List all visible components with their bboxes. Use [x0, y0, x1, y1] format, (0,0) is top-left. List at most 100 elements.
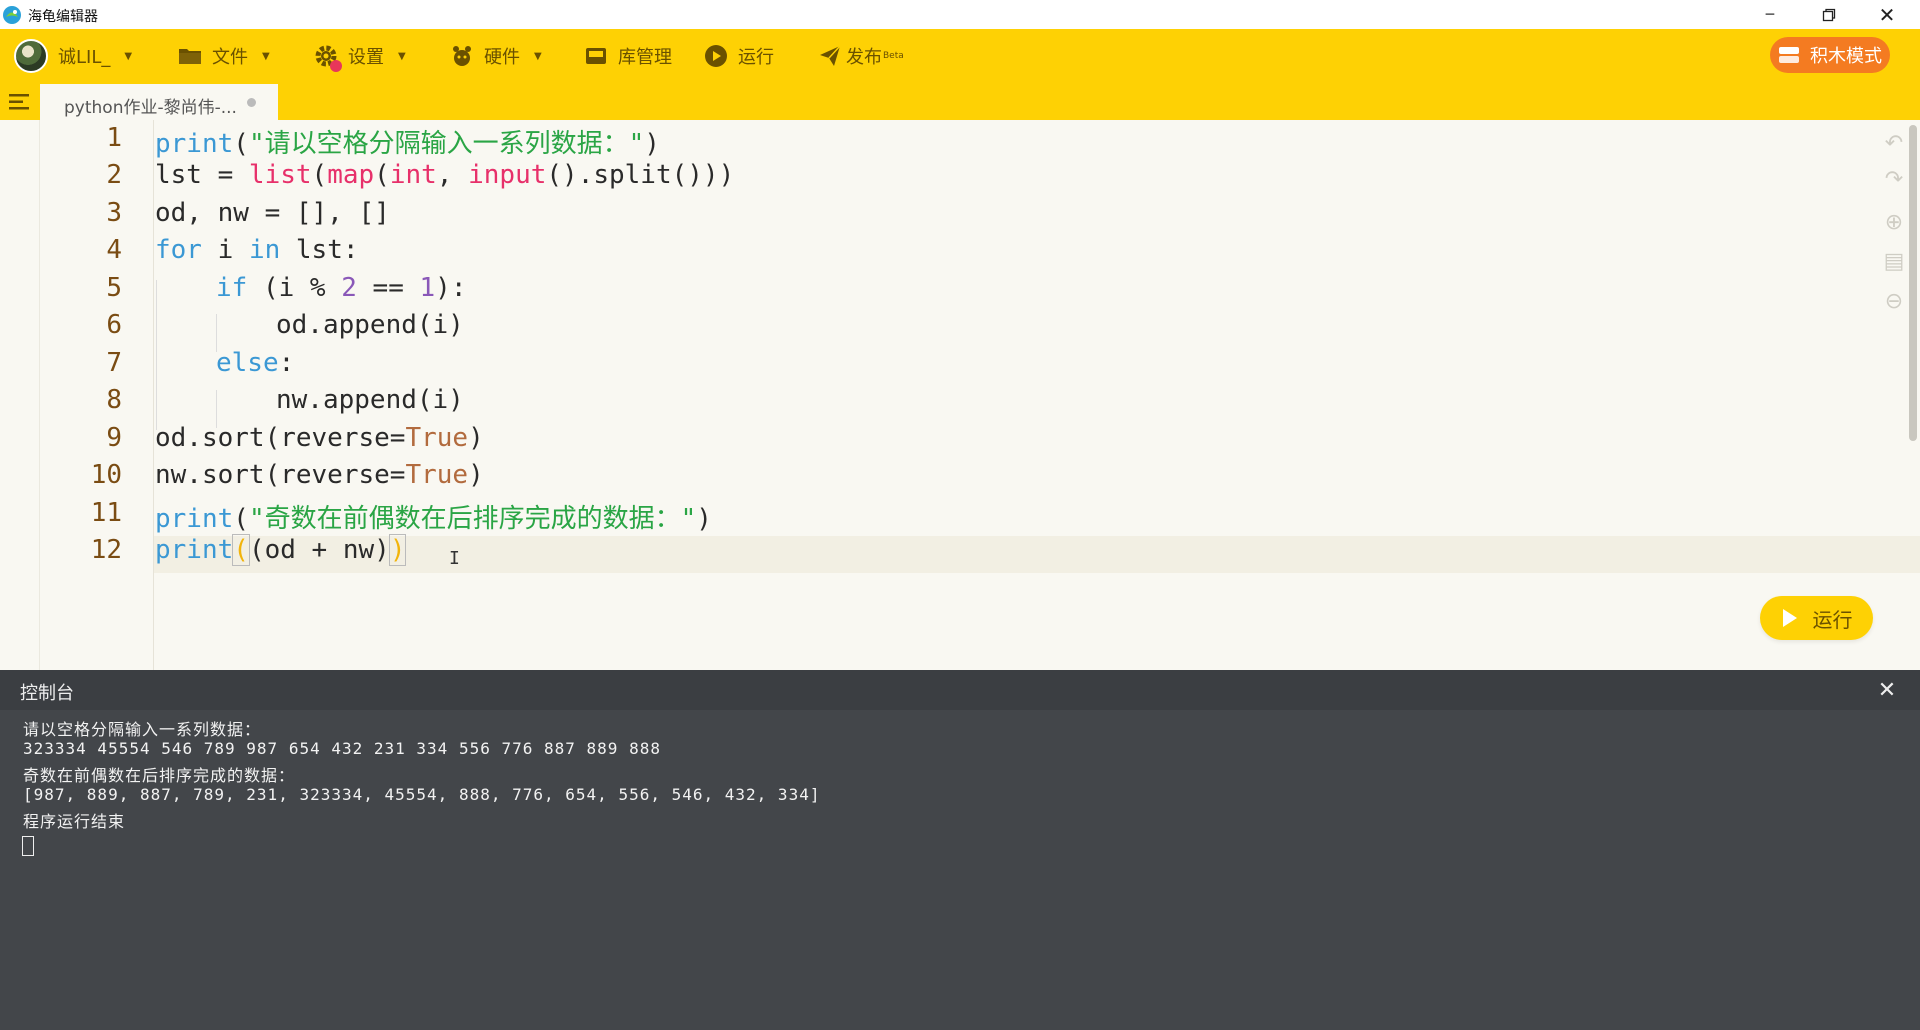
font-size-button[interactable]: ▤ [1881, 248, 1907, 274]
folder-icon [178, 44, 202, 68]
publish-label: 发布 [846, 47, 882, 68]
main-toolbar: 诚LIL_ ▼ 文件 ▼ 设置 ▼ 硬件 ▼ 库管理 运行 发布 Beta 积木… [0, 29, 1920, 84]
line-number: 2 [106, 160, 122, 190]
zoom-out-button[interactable]: ⊖ [1881, 288, 1907, 314]
chevron-down-icon: ▼ [262, 50, 270, 62]
play-icon [704, 44, 728, 68]
close-icon: ✕ [1878, 2, 1896, 27]
code-line[interactable]: lst = list(map(int, input().split())) [155, 160, 734, 190]
current-line-highlight [154, 536, 1920, 573]
user-menu[interactable]: 诚LIL_ ▼ [14, 36, 132, 76]
beta-badge: Beta [883, 51, 904, 61]
text-cursor-icon: I [449, 548, 460, 569]
code-editor[interactable]: 1 2 3 4 5 6 7 8 9 10 11 12 print("请以空格分隔… [0, 120, 1920, 670]
editor-scrollbar[interactable] [1909, 125, 1917, 441]
blocks-icon [1779, 47, 1799, 63]
line-number: 6 [106, 310, 122, 340]
code-line[interactable]: nw.sort(reverse=True) [155, 460, 484, 490]
library-manager-label: 库管理 [618, 47, 672, 68]
file-menu-label: 文件 [212, 47, 248, 68]
console-title: 控制台 [20, 683, 74, 704]
console-line: [987, 889, 887, 789, 231, 323334, 45554,… [23, 785, 821, 804]
library-icon [584, 44, 608, 68]
editor-left-margin [0, 120, 40, 670]
code-line[interactable]: od, nw = [], [] [155, 198, 390, 228]
code-line[interactable]: print("奇数在前偶数在后排序完成的数据：") [155, 498, 712, 535]
console-output[interactable]: 请以空格分隔输入一系列数据： 323334 45554 546 789 987 … [0, 710, 1920, 1030]
zoom-in-button[interactable]: ⊕ [1881, 209, 1907, 235]
code-line[interactable]: for i in lst: [155, 235, 359, 265]
line-number: 4 [106, 235, 122, 265]
chevron-down-icon: ▼ [398, 50, 406, 62]
console-line: 323334 45554 546 789 987 654 432 231 334… [23, 739, 661, 758]
unsaved-dot-icon[interactable] [247, 98, 256, 107]
console-header: 控制台 ✕ [0, 670, 1920, 710]
run-button-label: 运行 [1812, 607, 1853, 632]
block-mode-button[interactable]: 积木模式 [1770, 37, 1890, 73]
console-line: 程序运行结束 [23, 812, 126, 831]
window-title: 海龟编辑器 [28, 9, 98, 25]
indent-guide [156, 280, 157, 430]
zoom-out-icon: ⊖ [1884, 288, 1904, 314]
line-number: 3 [106, 198, 122, 228]
gear-icon [314, 44, 342, 72]
undo-icon: ↶ [1884, 130, 1904, 156]
console-line: 奇数在前偶数在后排序完成的数据： [23, 766, 296, 785]
run-toolbar-button[interactable]: 运行 [704, 41, 774, 71]
redo-button[interactable]: ↷ [1881, 166, 1907, 192]
user-name: 诚LIL_ [58, 47, 111, 68]
settings-menu[interactable]: 设置 ▼ [314, 41, 406, 72]
indent-guide [216, 314, 217, 352]
line-number: 8 [106, 385, 122, 415]
settings-menu-label: 设置 [348, 47, 384, 68]
zoom-in-icon: ⊕ [1884, 209, 1904, 235]
line-number: 7 [106, 348, 122, 378]
tab-python-homework[interactable]: python作业-黎尚伟-... [40, 84, 278, 120]
block-mode-label: 积木模式 [1810, 46, 1882, 67]
undo-button[interactable]: ↶ [1881, 130, 1907, 156]
run-button[interactable]: 运行 [1760, 596, 1873, 640]
console-line: 请以空格分隔输入一系列数据： [23, 720, 262, 739]
console-input-caret[interactable] [22, 836, 34, 856]
chevron-down-icon: ▼ [534, 50, 542, 62]
tab-label: python作业-黎尚伟-... [64, 98, 237, 118]
hamburger-menu-icon[interactable] [9, 93, 29, 111]
font-size-icon: ▤ [1883, 248, 1905, 274]
restore-icon [1822, 8, 1836, 21]
run-toolbar-label: 运行 [738, 47, 774, 68]
tab-bar: python作业-黎尚伟-... [0, 84, 1920, 120]
avatar [14, 39, 48, 73]
hardware-menu-label: 硬件 [484, 47, 520, 68]
chevron-down-icon: ▼ [124, 50, 133, 62]
code-line[interactable]: od.append(i) [276, 310, 464, 340]
line-number: 5 [106, 273, 122, 303]
file-menu[interactable]: 文件 ▼ [178, 41, 270, 71]
line-number: 1 [106, 123, 122, 153]
code-line[interactable]: else: [216, 348, 294, 378]
hardware-icon [450, 44, 474, 68]
code-line[interactable]: nw.append(i) [276, 385, 464, 415]
line-number: 9 [106, 423, 122, 453]
app-logo-icon [3, 6, 21, 24]
title-bar: 海龟编辑器 ─ ✕ [0, 0, 1920, 29]
code-line[interactable]: print("请以空格分隔输入一系列数据：") [155, 123, 660, 160]
code-line[interactable]: od.sort(reverse=True) [155, 423, 484, 453]
console-close-button[interactable]: ✕ [1873, 676, 1901, 704]
code-line[interactable]: if (i % 2 == 1): [216, 273, 466, 303]
notification-badge [330, 60, 342, 72]
hardware-menu[interactable]: 硬件 ▼ [450, 41, 542, 71]
close-icon: ✕ [1877, 677, 1897, 703]
line-number: 10 [90, 460, 122, 490]
send-icon [818, 44, 842, 68]
publish-button[interactable]: 发布 Beta [818, 41, 904, 71]
close-window-button[interactable]: ✕ [1858, 0, 1916, 29]
minimize-button[interactable]: ─ [1741, 0, 1799, 29]
redo-icon: ↷ [1884, 166, 1904, 192]
line-number: 12 [90, 535, 122, 565]
play-icon [1782, 609, 1797, 627]
minimize-icon: ─ [1765, 6, 1775, 23]
restore-button[interactable] [1800, 0, 1858, 29]
line-number: 11 [90, 498, 122, 528]
code-line[interactable]: print((od + nw)) [155, 534, 407, 566]
library-manager-button[interactable]: 库管理 [584, 41, 672, 71]
